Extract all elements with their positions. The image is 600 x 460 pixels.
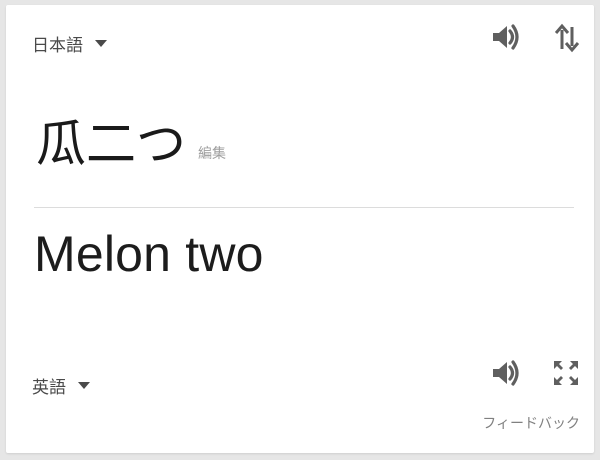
target-language-label: 英語 — [32, 378, 66, 398]
feedback-link[interactable]: フィードバック — [482, 413, 580, 433]
fullscreen-button[interactable] — [548, 357, 584, 393]
fullscreen-icon — [551, 358, 581, 392]
translate-card: 日本語 瓜二つ 編集 Melon two 英語 フィードバック — [6, 5, 594, 453]
source-speaker-button[interactable] — [488, 23, 524, 55]
divider — [34, 207, 574, 208]
target-language-select[interactable]: 英語 — [32, 373, 90, 398]
caret-down-icon — [78, 382, 90, 389]
edit-link[interactable]: 編集 — [198, 143, 226, 163]
source-text: 瓜二つ — [36, 115, 186, 173]
speaker-icon — [490, 23, 522, 55]
speaker-icon — [490, 359, 522, 391]
target-speaker-button[interactable] — [488, 359, 524, 391]
translation-text: Melon two — [34, 226, 264, 282]
source-language-label: 日本語 — [32, 36, 83, 56]
source-text-row: 瓜二つ 編集 — [36, 119, 226, 169]
swap-languages-button[interactable] — [550, 23, 584, 57]
swap-languages-icon — [554, 23, 580, 57]
caret-down-icon — [95, 40, 107, 47]
source-language-select[interactable]: 日本語 — [32, 31, 107, 56]
